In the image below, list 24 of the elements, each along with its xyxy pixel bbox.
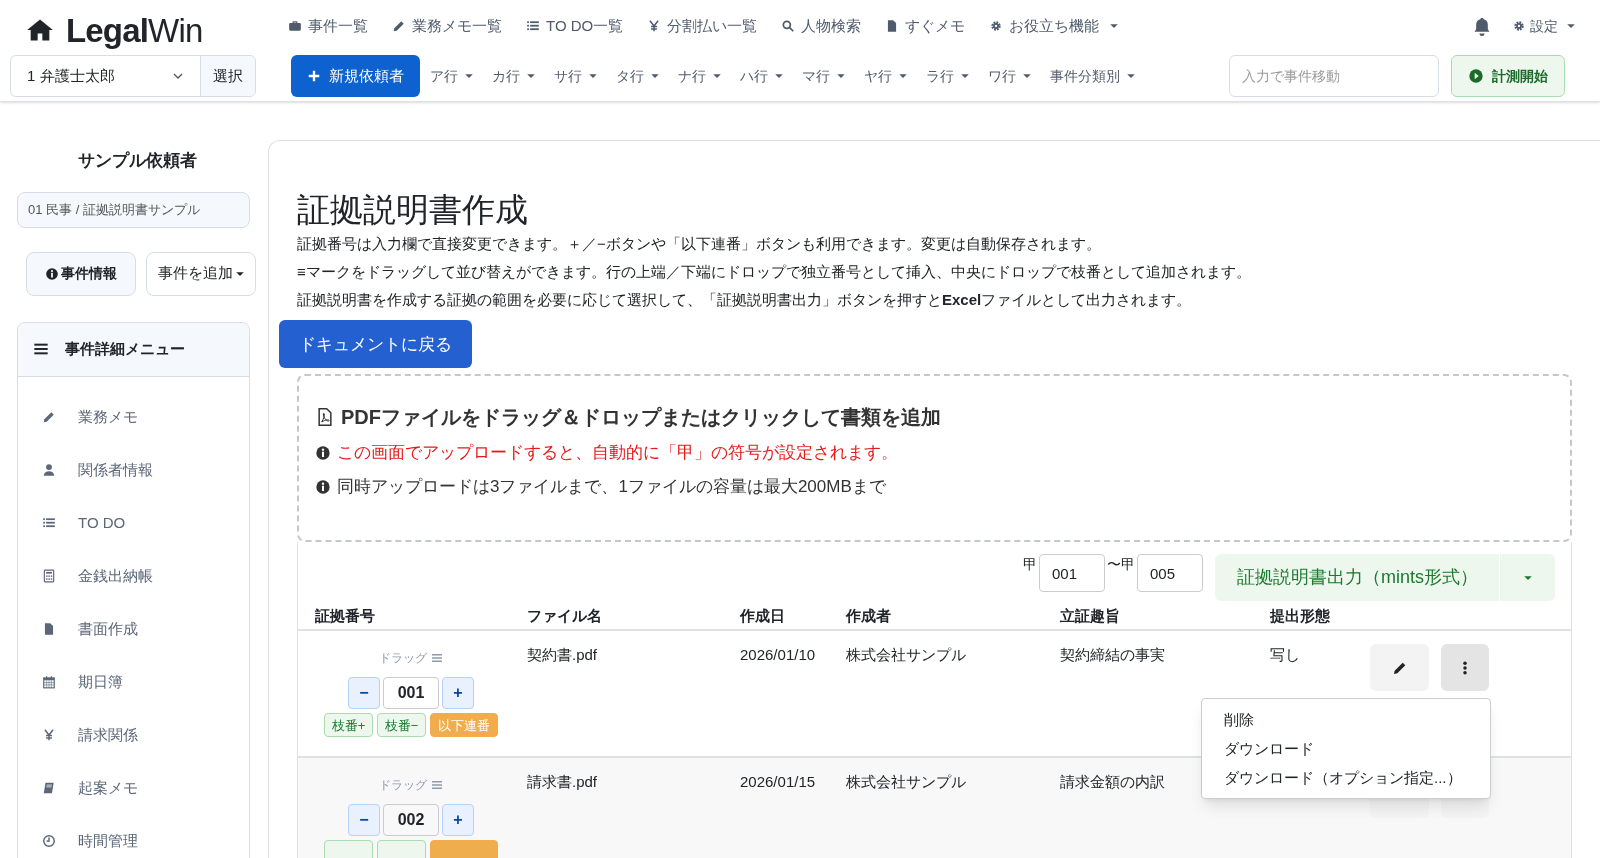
upload-note: この画面でアップロードすると、自動的に「甲」の符号が設定されます。 bbox=[337, 442, 898, 465]
range-prefix: 甲 bbox=[1121, 555, 1135, 575]
menu-title: 事件詳細メニュー bbox=[65, 338, 185, 359]
range-prefix: 甲 bbox=[1023, 555, 1037, 575]
table-cell: 2026/01/15 bbox=[740, 773, 816, 791]
column-header: 立証趣旨 bbox=[1060, 605, 1121, 626]
table-cell: 株式会社サンプル bbox=[846, 646, 966, 664]
table-cell: 写し bbox=[1270, 646, 1300, 664]
table-cell: 株式会社サンプル bbox=[846, 773, 966, 791]
description-text: 証拠番号は入力欄で直接変更できます。＋／−ボタンや「以下連番」ボタンも利用できます。変更は自動保存されます。 bbox=[297, 234, 1102, 255]
column-header: 証拠番号 bbox=[315, 605, 376, 626]
client-name: サンプル依頼者 bbox=[76, 150, 198, 172]
column-header: 作成者 bbox=[846, 605, 892, 626]
description-text: ≡マークをドラッグして並び替えができます。行の上端／下端にドロップで独立番号として挿入、中央にドロップで枝番として追加されます。 bbox=[297, 262, 1252, 283]
dropzone-title: PDFファイルをドラッグ＆ドロップまたはクリックして書類を追加 bbox=[341, 405, 941, 431]
upload-note: 同時アップロードは3ファイルまで、1ファイルの容量は最大200MBまで bbox=[337, 475, 886, 498]
table-cell: 2026/01/10 bbox=[740, 646, 816, 664]
table-cell: 契約締結の事実 bbox=[1060, 646, 1165, 664]
table-cell: 請求金額の内訳 bbox=[1060, 773, 1165, 791]
range-separator: 〜 bbox=[1107, 555, 1121, 575]
page-title: 証拠説明書作成 bbox=[297, 190, 529, 230]
column-header: 提出形態 bbox=[1270, 605, 1331, 626]
column-header: ファイル名 bbox=[527, 605, 603, 626]
column-header: 作成日 bbox=[740, 605, 786, 626]
